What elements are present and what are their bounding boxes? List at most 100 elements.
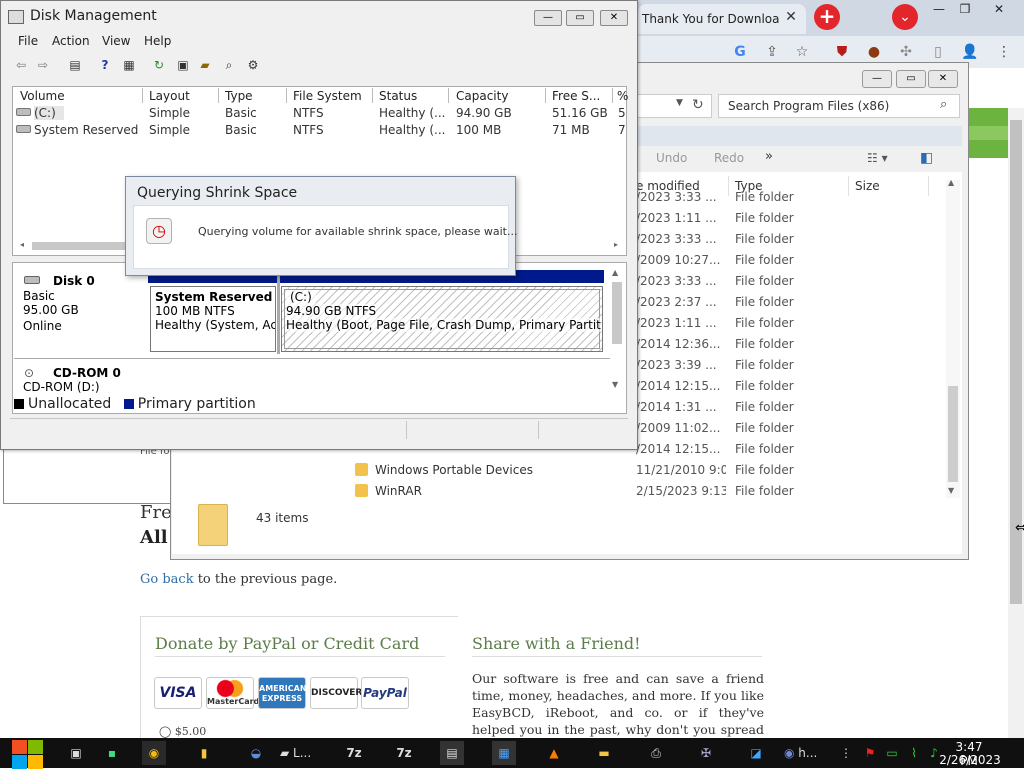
amount-radio[interactable]: ◯ $5.00 bbox=[159, 725, 206, 738]
remote-app-icon[interactable]: ◒ bbox=[244, 741, 268, 765]
details-pane-icon[interactable]: ◧ bbox=[920, 150, 933, 166]
discover-card-button[interactable]: DISCOVER bbox=[310, 677, 362, 709]
column-divider[interactable] bbox=[448, 88, 449, 103]
network-icon[interactable]: ✠ bbox=[694, 741, 718, 765]
forward-arrow-icon[interactable]: ⇨ bbox=[34, 56, 52, 74]
dm-close-button[interactable]: ✕ bbox=[600, 10, 628, 26]
back-arrow-icon[interactable]: ⇦ bbox=[12, 56, 30, 74]
redo-button[interactable]: Redo bbox=[714, 151, 744, 165]
paypal-button[interactable]: PayPal bbox=[361, 677, 409, 709]
search-input[interactable]: Search Program Files (x86) bbox=[718, 94, 960, 118]
browser-maximize-button[interactable]: ❐ bbox=[948, 0, 982, 20]
taskbar-app-l[interactable]: ▰ L... bbox=[280, 741, 326, 765]
folder-icon[interactable]: ▬ bbox=[592, 741, 616, 765]
mastercard-button[interactable]: MasterCard bbox=[206, 677, 259, 709]
profile-avatar-icon[interactable]: ● bbox=[864, 42, 884, 62]
chrome-icon[interactable]: ◉ bbox=[142, 741, 166, 765]
volume-list-hscroll-thumb[interactable] bbox=[32, 242, 128, 250]
col-volume[interactable]: Volume bbox=[20, 89, 65, 103]
properties-icon[interactable]: ▦ bbox=[120, 56, 138, 74]
scroll-up-icon[interactable]: ▲ bbox=[948, 178, 954, 187]
col-free-space[interactable]: Free S... bbox=[552, 89, 600, 103]
console-tree-icon[interactable]: ▤ bbox=[66, 56, 84, 74]
column-divider[interactable] bbox=[286, 88, 287, 103]
menu-file[interactable]: File bbox=[18, 34, 38, 48]
search-icon[interactable]: ⌕ bbox=[220, 56, 238, 74]
task-view-icon[interactable]: ▣ bbox=[64, 741, 88, 765]
system-reserved-partition[interactable]: System Reserved 100 MB NTFS Healthy (Sys… bbox=[150, 286, 276, 352]
scroll-left-icon[interactable]: ◂ bbox=[20, 240, 24, 249]
dm-minimize-button[interactable]: — bbox=[534, 10, 562, 26]
green-app-icon[interactable]: ▪ bbox=[100, 741, 124, 765]
col-layout[interactable]: Layout bbox=[149, 89, 190, 103]
explorer-taskbar-icon[interactable]: ▦ bbox=[492, 741, 516, 765]
settings-icon[interactable]: ⚙ bbox=[244, 56, 262, 74]
scroll-down-icon[interactable]: ▼ bbox=[612, 380, 618, 389]
start-button[interactable] bbox=[10, 738, 44, 769]
col-status[interactable]: Status bbox=[379, 89, 417, 103]
menu-help[interactable]: Help bbox=[144, 34, 171, 48]
tab-search-button[interactable]: ⌄ bbox=[892, 4, 918, 30]
visa-card-button[interactable]: VISA bbox=[154, 677, 202, 709]
tab-close-icon[interactable]: ✕ bbox=[782, 8, 800, 26]
column-divider[interactable] bbox=[142, 88, 143, 103]
refresh-icon[interactable]: ↻ bbox=[692, 97, 704, 113]
explorer-close-button[interactable]: ✕ bbox=[928, 70, 958, 88]
column-divider[interactable] bbox=[612, 88, 613, 103]
col-type[interactable]: Type bbox=[225, 89, 253, 103]
view-options-icon[interactable]: ☷ ▾ bbox=[867, 151, 888, 165]
share-icon[interactable]: ⇪ bbox=[762, 42, 782, 62]
column-divider[interactable] bbox=[545, 88, 546, 103]
scroll-right-icon[interactable]: ▸ bbox=[614, 240, 618, 249]
dm-maximize-button[interactable]: ▭ bbox=[566, 10, 594, 26]
help-icon[interactable]: ? bbox=[96, 56, 114, 74]
scroll-down-icon[interactable]: ▼ bbox=[948, 486, 954, 495]
puzzle-icon[interactable]: ✣ bbox=[896, 42, 916, 62]
account-icon[interactable]: 👤 bbox=[960, 42, 980, 62]
col-percent[interactable]: % bbox=[617, 89, 628, 103]
file-explorer-icon[interactable]: ▮ bbox=[192, 741, 216, 765]
new-tab-button[interactable]: + bbox=[814, 4, 840, 30]
vol-name[interactable]: (C:) bbox=[34, 106, 142, 120]
menu-view[interactable]: View bbox=[102, 34, 130, 48]
column-divider[interactable] bbox=[372, 88, 373, 103]
printer-icon[interactable]: ⎙ bbox=[644, 741, 668, 765]
explorer-maximize-button[interactable]: ▭ bbox=[896, 70, 926, 88]
c-partition[interactable]: (C:) 94.90 GB NTFS Healthy (Boot, Page F… bbox=[281, 286, 603, 352]
search-icon[interactable]: ⌕ bbox=[940, 97, 947, 112]
browser-tab[interactable]: Thank You for Downloa bbox=[638, 4, 806, 34]
7zip-icon[interactable]: 7z bbox=[342, 741, 366, 765]
google-icon[interactable]: G bbox=[730, 42, 750, 62]
overflow-dots-icon[interactable]: ⋮ bbox=[834, 741, 858, 765]
discord-taskbar-button[interactable]: ◉ h... bbox=[784, 741, 824, 765]
undo-button[interactable]: Undo bbox=[656, 151, 687, 165]
refresh-icon[interactable]: ↻ bbox=[150, 56, 168, 74]
radio-circle-icon[interactable]: ◯ bbox=[159, 725, 171, 738]
sidebar-icon[interactable]: ▯ bbox=[928, 42, 948, 62]
file-row[interactable]: Windows Portable Devices 11/21/2010 9:01.… bbox=[0, 463, 940, 484]
disk-management-taskbar-icon[interactable]: ▤ bbox=[440, 741, 464, 765]
explorer-minimize-button[interactable]: — bbox=[862, 70, 892, 88]
extension-shield-icon[interactable]: ⛊ bbox=[832, 42, 852, 62]
more-commands-button[interactable]: » bbox=[765, 149, 773, 164]
col-file-system[interactable]: File System bbox=[293, 89, 362, 103]
col-capacity[interactable]: Capacity bbox=[456, 89, 508, 103]
browser-close-button[interactable]: ✕ bbox=[982, 0, 1016, 20]
menu-dots-icon[interactable]: ⋮ bbox=[994, 42, 1014, 62]
menu-action[interactable]: Action bbox=[52, 34, 90, 48]
disk-view-scrollbar-thumb[interactable] bbox=[612, 282, 622, 344]
bookmark-star-icon[interactable]: ☆ bbox=[792, 42, 812, 62]
go-back-link[interactable]: Go back bbox=[140, 572, 194, 587]
file-list-scrollbar-thumb[interactable] bbox=[948, 386, 958, 482]
scroll-up-icon[interactable]: ▲ bbox=[612, 268, 618, 277]
flag-icon[interactable]: ⚑ bbox=[858, 741, 882, 765]
address-dropdown-icon[interactable]: ▼ bbox=[676, 98, 683, 108]
clock-date[interactable]: 2/26/2023 bbox=[938, 753, 1002, 767]
rescan-icon[interactable]: ▣ bbox=[174, 56, 192, 74]
amex-card-button[interactable]: AMERICAN EXPRESS bbox=[258, 677, 307, 709]
7zip-icon[interactable]: 7z bbox=[392, 741, 416, 765]
monitor-icon[interactable]: ▭ bbox=[880, 741, 904, 765]
vol-name[interactable]: System Reserved bbox=[34, 123, 142, 137]
column-divider[interactable] bbox=[218, 88, 219, 103]
open-folder-icon[interactable]: ▰ bbox=[196, 56, 214, 74]
